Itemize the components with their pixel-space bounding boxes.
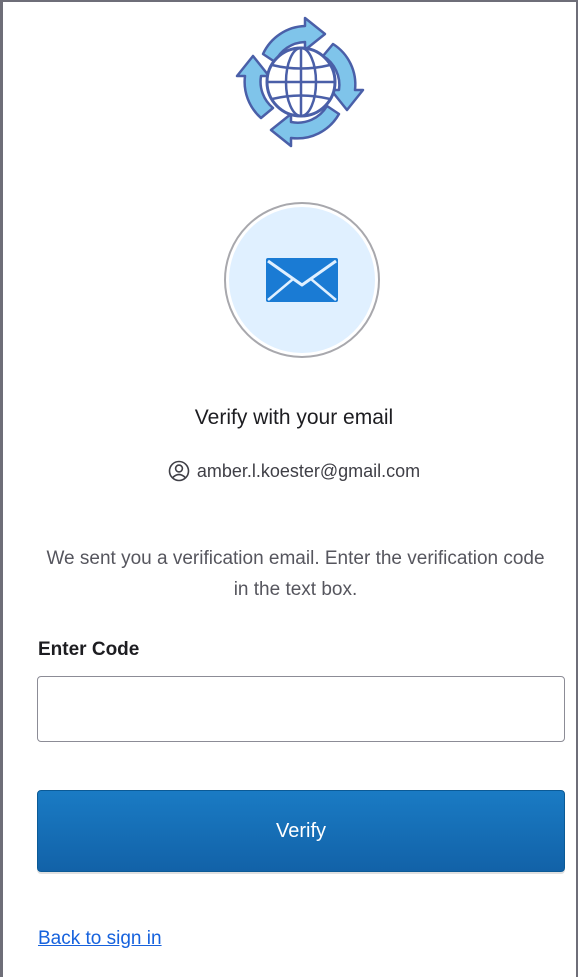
envelope-icon bbox=[266, 258, 338, 302]
badge-inner bbox=[229, 207, 375, 353]
page-title: Verify with your email bbox=[194, 406, 394, 429]
user-email: amber.l.koester@gmail.com bbox=[196, 460, 421, 481]
globe-refresh-logo bbox=[233, 14, 369, 150]
enter-code-label: Enter Code bbox=[38, 639, 140, 660]
user-identifier: amber.l.koester@gmail.com bbox=[3, 460, 582, 482]
sign-in-widget: Verify with your email amber.l.koester@g… bbox=[0, 0, 578, 977]
instructions-text: We sent you a verification email. Enter … bbox=[46, 548, 545, 600]
email-authenticator-badge bbox=[224, 202, 380, 358]
verify-button[interactable]: Verify bbox=[37, 790, 565, 872]
back-to-sign-in-link[interactable]: Back to sign in bbox=[38, 928, 162, 950]
user-circle-icon bbox=[168, 460, 190, 482]
verification-code-input[interactable] bbox=[37, 676, 565, 742]
